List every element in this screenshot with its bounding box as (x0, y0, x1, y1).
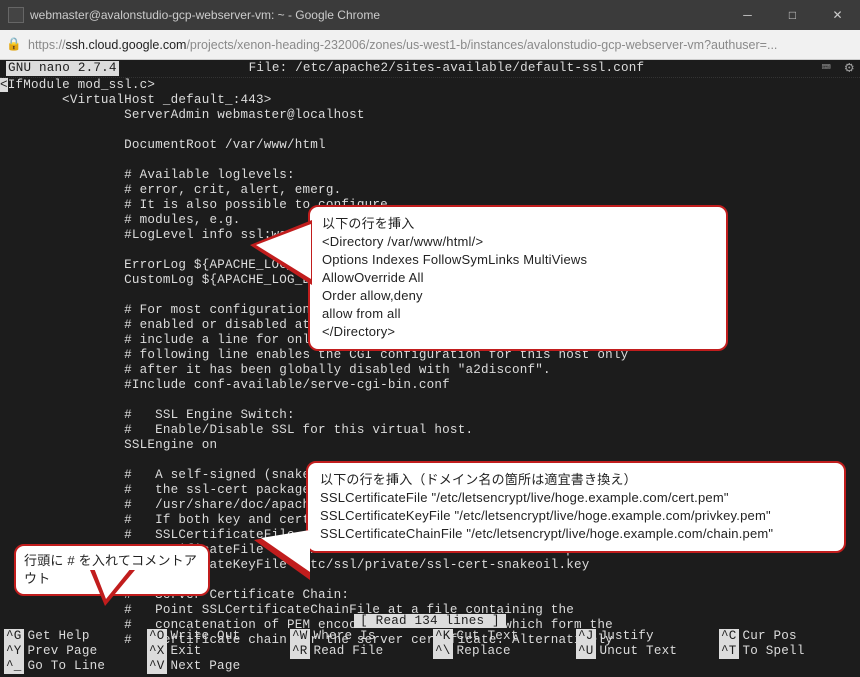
callout-tail (256, 224, 311, 279)
nano-key-whereis: ^WWhere Is (290, 629, 427, 644)
keyboard-icon[interactable]: ⌨ (822, 61, 831, 76)
editor-line: IfModule mod_ssl.c> (8, 78, 155, 92)
url-text: https://ssh.cloud.google.com/projects/xe… (28, 38, 860, 52)
nano-key-help: ^GGet Help (4, 629, 141, 644)
callout-tail (94, 568, 131, 599)
editor-line: # Enable/Disable SSL for this virtual ho… (0, 423, 473, 437)
nano-status: [ Read 134 lines ] (0, 614, 860, 629)
callout-tail (261, 530, 310, 572)
callout-line: <Directory /var/www/html/> (322, 233, 714, 251)
nano-key-prevpage: ^YPrev Page (4, 644, 141, 659)
ssh-toolbar: ⌨ ⚙ (822, 61, 854, 76)
terminal[interactable]: GNU nano 2.7.4 File: /etc/apache2/sites-… (0, 60, 860, 677)
close-button[interactable]: ✕ (815, 0, 860, 30)
nano-key-cut: ^KCut Text (433, 629, 570, 644)
editor-line: <VirtualHost _default_:443> (0, 93, 272, 107)
nano-key-uncut: ^UUncut Text (576, 644, 713, 659)
address-bar[interactable]: 🔒 https://ssh.cloud.google.com/projects/… (0, 30, 860, 60)
nano-key-justify: ^JJustify (576, 629, 713, 644)
nano-key-writeout: ^OWrite Out (147, 629, 284, 644)
callout-line: Options Indexes FollowSymLinks MultiView… (322, 251, 714, 269)
editor-line: # after it has been globally disabled wi… (0, 363, 551, 377)
url-host: ssh.cloud.google.com (66, 38, 187, 52)
nano-key-exit: ^XExit (147, 644, 284, 659)
annotation-callout-sslcert: 以下の行を挿入（ドメイン名の箇所は適宜書き換え） SSLCertificateF… (306, 461, 846, 553)
editor-line: SSLEngine on (0, 438, 217, 452)
settings-gear-icon[interactable]: ⚙ (845, 61, 854, 76)
url-path: /projects/xenon-heading-232006/zones/us-… (186, 38, 777, 52)
nano-status-text: [ Read 134 lines ] (354, 614, 506, 628)
nano-key-nextpage: ^VNext Page (147, 659, 284, 674)
nano-version: GNU nano 2.7.4 (6, 61, 119, 76)
editor-line: # the ssl-cert package. See (0, 483, 349, 497)
editor-line: < (0, 78, 8, 92)
callout-line: allow from all (322, 305, 714, 323)
nano-key-curpos: ^CCur Pos (719, 629, 856, 644)
callout-line: Order allow,deny (322, 287, 714, 305)
callout-line: SSLCertificateFile "/etc/letsencrypt/liv… (320, 489, 832, 507)
minimize-button[interactable]: ─ (725, 0, 770, 30)
editor-line: # modules, e.g. (0, 213, 240, 227)
callout-line: SSLCertificateChainFile "/etc/letsencryp… (320, 525, 832, 543)
nano-shortcuts: ^GGet Help ^OWrite Out ^WWhere Is ^KCut … (0, 629, 860, 677)
nano-file-label: File: /etc/apache2/sites-available/defau… (249, 61, 645, 76)
maximize-button[interactable]: □ (770, 0, 815, 30)
window-titlebar: webmaster@avalonstudio-gcp-webserver-vm:… (0, 0, 860, 30)
callout-heading: 以下の行を挿入（ドメイン名の箇所は適宜書き換え） (320, 471, 832, 489)
nano-key-tospell: ^TTo Spell (719, 644, 856, 659)
callout-line: AllowOverride All (322, 269, 714, 287)
editor-line: # SSL Engine Switch: (0, 408, 295, 422)
callout-line: </Directory> (322, 323, 714, 341)
app-icon (8, 7, 24, 23)
editor-line: # Available loglevels: (0, 168, 295, 182)
editor-line: # A self-signed (snakeoil) (0, 468, 341, 482)
window-title: webmaster@avalonstudio-gcp-webserver-vm:… (30, 8, 380, 22)
annotation-callout-directory: 以下の行を挿入 <Directory /var/www/html/> Optio… (308, 205, 728, 351)
nano-header: GNU nano 2.7.4 File: /etc/apache2/sites-… (0, 60, 860, 78)
editor-line: # error, crit, alert, emerg. (0, 183, 341, 197)
nano-footer: [ Read 134 lines ] ^GGet Help ^OWrite Ou… (0, 614, 860, 677)
editor-line: #Include conf-available/serve-cgi-bin.co… (0, 378, 450, 392)
nano-key-readfile: ^RRead File (290, 644, 427, 659)
lock-icon: 🔒 (0, 37, 28, 52)
nano-key-replace: ^\Replace (433, 644, 570, 659)
nano-key-gotoline: ^_Go To Line (4, 659, 141, 674)
url-scheme: https:// (28, 38, 66, 52)
editor-line: DocumentRoot /var/www/html (0, 138, 326, 152)
callout-line: SSLCertificateKeyFile "/etc/letsencrypt/… (320, 507, 832, 525)
editor-line: ServerAdmin webmaster@localhost (0, 108, 365, 122)
callout-heading: 以下の行を挿入 (322, 215, 714, 233)
